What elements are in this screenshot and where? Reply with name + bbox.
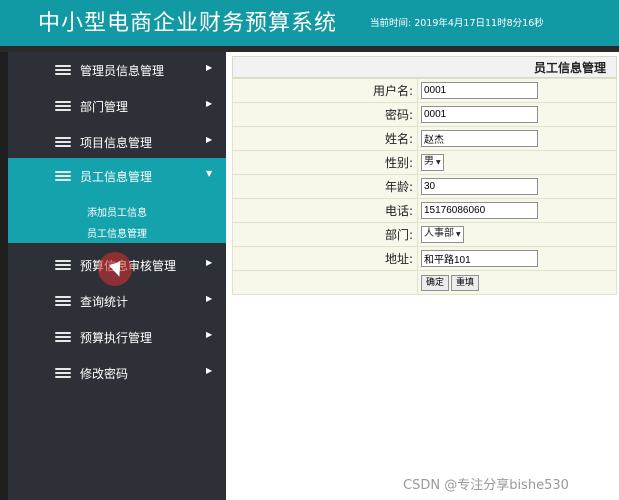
current-time-value: 2019年4月17日11时8分16秒 [414,18,544,29]
form-row-age: 年龄: [232,174,617,199]
department-select[interactable]: 人事部 ▼ [421,226,464,243]
stack-icon [55,296,71,306]
name-label: 姓名: [232,126,418,151]
stack-icon [55,368,71,378]
confirm-button[interactable]: 确定 [421,275,450,291]
reset-button[interactable]: 重填 [451,275,480,291]
sidebar-item-label: 查询统计 [80,295,129,309]
sidebar-item-employee-info[interactable]: 员工信息管理 ▼ [8,158,226,194]
gender-select[interactable]: 男 ▼ [421,154,444,171]
form-row-gender: 性别: 男 ▼ [232,150,617,175]
chevron-right-icon: ▶ [206,135,213,144]
username-label: 用户名: [232,78,418,103]
password-input[interactable] [421,106,538,123]
address-input[interactable] [421,250,538,267]
stack-icon [55,332,71,342]
chevron-right-icon: ▶ [206,366,213,375]
form-row-name: 姓名: [232,126,617,151]
sidebar-item-label: 管理员信息管理 [80,64,165,78]
app-header: 中小型电商企业财务预算系统 当前时间: 2019年4月17日11时8分16秒 [0,0,619,46]
phone-label: 电话: [232,198,418,223]
sidebar-item-label: 预算执行管理 [80,331,153,345]
stack-icon [55,65,71,75]
form-row-address: 地址: [232,246,617,271]
phone-input[interactable] [421,202,538,219]
sidebar-item-admin-info[interactable]: 管理员信息管理 ▶ [8,52,226,88]
stack-icon [55,101,71,111]
stack-icon [55,260,71,270]
stack-icon [55,137,71,147]
employee-form-panel: 员工信息管理 用户名: 密码: 姓名: 性别: 男▼ 年龄: 电话: 部门: 人… [232,56,617,295]
form-row-department: 部门: 人事部 ▼ [232,222,617,247]
chevron-right-icon: ▶ [206,63,213,72]
watermark: CSDN @专注分享bishe530 [403,478,569,493]
sidebar-item-label: 修改密码 [80,367,129,381]
chevron-right-icon: ▶ [206,258,213,267]
employee-submenu: 添加员工信息 员工信息管理 [8,194,226,243]
form-row-actions: 确定 重填 [232,270,617,295]
sidebar-item-label: 项目信息管理 [80,136,153,150]
sidebar-item-label: 部门管理 [80,100,129,114]
gender-label: 性别: [232,150,418,175]
chevron-right-icon: ▶ [206,294,213,303]
chevron-right-icon: ▶ [206,99,213,108]
stack-icon [55,171,71,181]
form-row-username: 用户名: [232,78,617,103]
sidebar-item-budget-execution[interactable]: 预算执行管理 ▶ [8,319,226,355]
panel-title: 员工信息管理 [232,56,617,78]
sidebar-item-label: 员工信息管理 [80,170,153,184]
form-row-password: 密码: [232,102,617,127]
chevron-down-icon: ▼ [206,169,213,178]
chevron-right-icon: ▶ [206,330,213,339]
sidebar-item-query-stats[interactable]: 查询统计 ▶ [8,283,226,319]
password-label: 密码: [232,102,418,127]
dropdown-arrow-icon: ▼ [456,231,461,238]
dropdown-arrow-icon: ▼ [436,159,441,166]
current-time-label: 当前时间: [370,18,412,29]
submenu-employee-manage[interactable]: 员工信息管理 [87,225,147,240]
department-select-value: 人事部 [424,228,454,239]
sidebar-item-change-password[interactable]: 修改密码 ▶ [8,355,226,391]
sidebar-item-department[interactable]: 部门管理 ▶ [8,88,226,124]
employee-form: 用户名: 密码: 姓名: 性别: 男▼ 年龄: 电话: 部门: 人事部▼ 地址: [232,78,617,295]
username-input[interactable] [421,82,538,99]
department-label: 部门: [232,222,418,247]
gender-select-value: 男 [424,156,434,167]
sidebar-item-project-info[interactable]: 项目信息管理 ▶ [8,124,226,160]
app-title: 中小型电商企业财务预算系统 [38,11,338,36]
age-label: 年龄: [232,174,418,199]
age-input[interactable] [421,178,538,195]
name-input[interactable] [421,130,538,147]
submenu-add-employee[interactable]: 添加员工信息 [87,204,147,219]
address-label: 地址: [232,246,418,271]
current-time: 当前时间: 2019年4月17日11时8分16秒 [370,15,544,29]
form-row-phone: 电话: [232,198,617,223]
